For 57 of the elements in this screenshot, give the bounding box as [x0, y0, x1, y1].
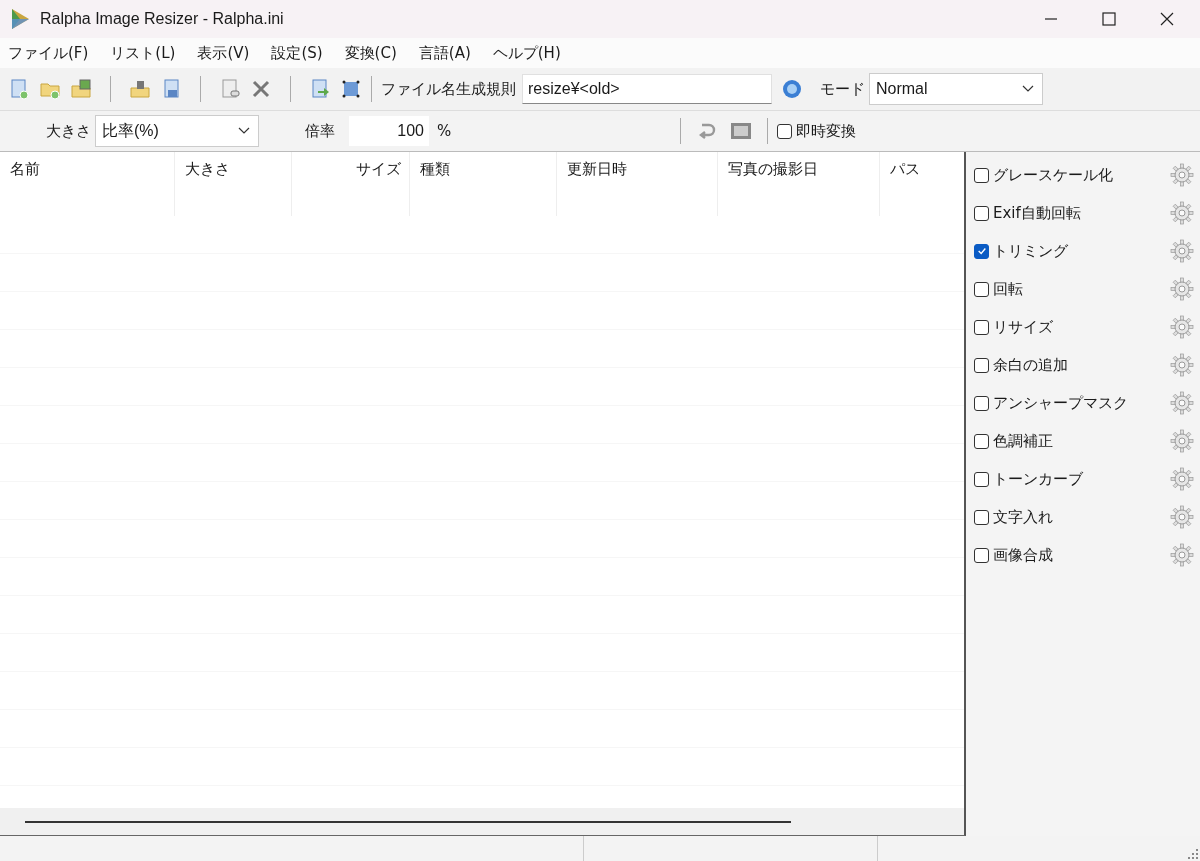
- scale-field[interactable]: 100: [349, 116, 429, 146]
- delete-icon[interactable]: [250, 78, 272, 100]
- check-icon: [976, 246, 987, 256]
- size-label: 大きさ: [46, 121, 91, 141]
- menu-item[interactable]: 変換(C): [344, 43, 397, 63]
- menu-item[interactable]: ファイル(F): [8, 43, 89, 63]
- gear-icon[interactable]: [1170, 239, 1194, 263]
- window-title: Ralpha Image Resizer - Ralpha.ini: [40, 10, 284, 28]
- filter-checkbox[interactable]: 色調補正: [974, 431, 1053, 451]
- gear-icon[interactable]: [1170, 543, 1194, 567]
- new-file-icon[interactable]: [8, 78, 30, 100]
- filter-checkbox[interactable]: 文字入れ: [974, 507, 1053, 527]
- folder-image-icon[interactable]: [70, 78, 92, 100]
- menu-item[interactable]: リスト(L): [110, 43, 176, 63]
- filename-rule-label: ファイル名生成規則: [381, 79, 516, 99]
- filter-checkbox[interactable]: トーンカーブ: [974, 469, 1083, 489]
- gear-icon[interactable]: [1170, 163, 1194, 187]
- filter-checkbox[interactable]: 画像合成: [974, 545, 1053, 565]
- filter-checkbox[interactable]: 余白の追加: [974, 355, 1068, 375]
- mode-dropdown[interactable]: Normal: [869, 73, 1043, 105]
- mode-label: モード: [820, 79, 865, 99]
- chevron-icon: [238, 127, 250, 135]
- select-area-icon[interactable]: [340, 78, 362, 100]
- menu-item[interactable]: 設定(S): [271, 43, 323, 63]
- convert-file-icon[interactable]: [309, 78, 331, 100]
- filter-checkbox[interactable]: グレースケール化: [974, 165, 1113, 185]
- gear-icon[interactable]: [1170, 505, 1194, 529]
- filename-rule-field[interactable]: resize¥<old>: [522, 74, 772, 104]
- horizontal-scrollbar[interactable]: [0, 808, 964, 835]
- resize-grip-icon[interactable]: [1188, 849, 1198, 859]
- size-dropdown[interactable]: 比率(%): [95, 115, 259, 147]
- gear-icon[interactable]: [1170, 391, 1194, 415]
- instant-convert-checkbox[interactable]: 即時変換: [777, 121, 857, 141]
- image-preview-icon[interactable]: [730, 120, 753, 142]
- gear-icon[interactable]: [1170, 315, 1194, 339]
- close-icon[interactable]: [1160, 12, 1174, 26]
- column-header[interactable]: パス: [880, 152, 964, 216]
- filter-checkbox[interactable]: リサイズ: [974, 317, 1053, 337]
- menu-item[interactable]: 表示(V): [197, 43, 250, 63]
- menu-item[interactable]: ヘルプ(H): [492, 43, 561, 63]
- chevron-icon: [1022, 85, 1034, 93]
- maximize-icon[interactable]: [1102, 12, 1116, 26]
- gear-icon[interactable]: [1170, 201, 1194, 225]
- gear-icon[interactable]: [1170, 429, 1194, 453]
- menu-item[interactable]: 言語(A): [418, 43, 471, 63]
- filter-checkbox[interactable]: 回転: [974, 279, 1023, 299]
- gear-icon[interactable]: [1170, 467, 1194, 491]
- open-folder-icon[interactable]: [129, 78, 151, 100]
- gear-icon[interactable]: [1170, 353, 1194, 377]
- filter-checkbox[interactable]: Exif自動回転: [974, 203, 1081, 223]
- filter-checkbox[interactable]: アンシャープマスク: [974, 393, 1128, 413]
- percent-label: %: [437, 122, 452, 140]
- scale-label: 倍率: [305, 121, 335, 141]
- filter-checkbox[interactable]: トリミング: [974, 241, 1068, 261]
- app-logo-icon: [10, 8, 30, 30]
- remove-file-icon[interactable]: [219, 78, 241, 100]
- gear-icon[interactable]: [1170, 277, 1194, 301]
